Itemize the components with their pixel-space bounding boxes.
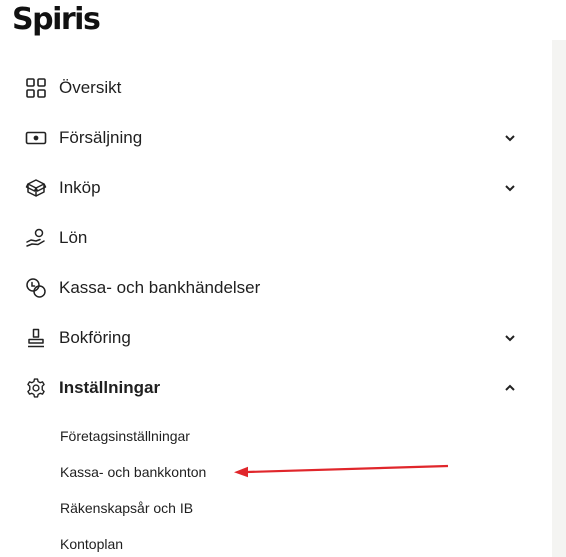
nav-item-bokforing[interactable]: Bokföring <box>24 322 524 354</box>
content-panel-edge <box>552 40 566 557</box>
submenu-rakenskapsar-ib[interactable]: Räkenskapsår och IB <box>60 500 193 516</box>
nav-item-label: Inställningar <box>59 378 161 397</box>
coins-icon <box>24 276 48 300</box>
gear-icon <box>24 376 48 400</box>
nav-item-kassa-bankhandelser[interactable]: Kassa- och bankhändelser <box>24 272 524 304</box>
nav-item-installningar[interactable]: Inställningar <box>24 372 524 404</box>
cash-icon <box>24 126 48 150</box>
spiris-logo: Spiris <box>12 2 101 37</box>
chevron-down-icon[interactable] <box>502 180 518 196</box>
nav-item-inkop[interactable]: Inköp <box>24 172 524 204</box>
annotation-arrow <box>234 464 449 478</box>
nav-item-label: Inköp <box>59 178 101 197</box>
nav-item-label: Lön <box>59 228 88 247</box>
submenu-kontoplan[interactable]: Kontoplan <box>60 536 123 552</box>
nav-item-label: Kassa- och bankhändelser <box>59 278 261 297</box>
nav-item-lon[interactable]: Lön <box>24 222 524 254</box>
chevron-up-icon[interactable] <box>502 380 518 396</box>
stamp-icon <box>24 326 48 350</box>
submenu-foretagsinstallningar[interactable]: Företagsinställningar <box>60 428 190 444</box>
nav-item-label: Försäljning <box>59 128 143 147</box>
grid-icon <box>24 76 48 100</box>
hand-coin-icon <box>24 226 48 250</box>
chevron-down-icon[interactable] <box>502 130 518 146</box>
nav-item-label: Översikt <box>59 78 122 97</box>
nav-item-label: Bokföring <box>59 328 131 347</box>
box-icon <box>24 176 48 200</box>
submenu-kassa-bankkonton[interactable]: Kassa- och bankkonton <box>60 464 206 480</box>
nav-item-oversikt[interactable]: Översikt <box>24 72 524 104</box>
nav-item-forsaljning[interactable]: Försäljning <box>24 122 524 154</box>
chevron-down-icon[interactable] <box>502 330 518 346</box>
